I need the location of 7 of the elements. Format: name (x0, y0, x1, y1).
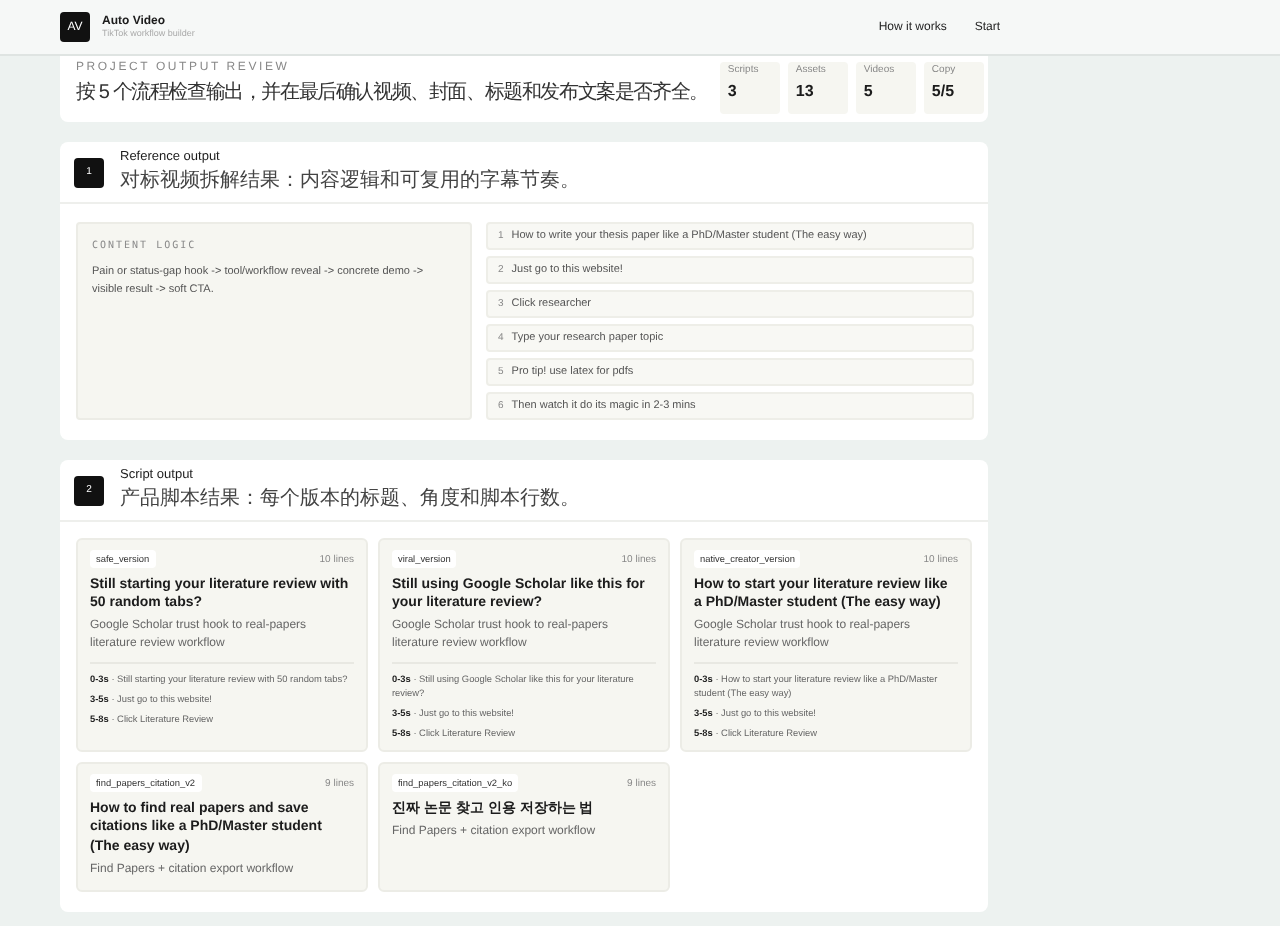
stat-value: 5 (863, 82, 875, 100)
section-subtitle: 产品脚本结果：每个版本的标题、角度和脚本行数。 (120, 485, 580, 512)
section-subtitle: 对标视频拆解结果：内容逻辑和可复用的字幕节奏。 (120, 167, 580, 194)
stat-value: 5/5 (931, 82, 957, 100)
overview-description: 按 5 个流程检查输出，并在最后确认视频、封面、标题和发布文案是否齐全。 (76, 82, 708, 106)
stat-value: 3 (727, 82, 739, 100)
stat-value: 13 (795, 82, 816, 100)
